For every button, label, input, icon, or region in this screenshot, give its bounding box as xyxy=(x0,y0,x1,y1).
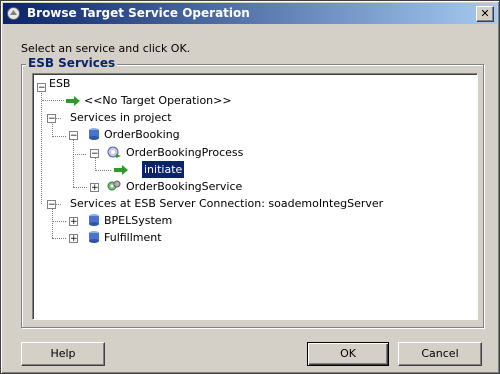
collapse-toggle[interactable]: − xyxy=(47,114,56,124)
tree-item-label: Fulfillment xyxy=(104,231,162,244)
tree-line xyxy=(52,122,53,137)
tree-item-initiate[interactable]: initiate xyxy=(113,160,213,179)
adapter-gear-icon xyxy=(107,180,121,191)
tree-line xyxy=(73,187,87,188)
cancel-button[interactable]: Cancel xyxy=(398,342,482,366)
collapse-toggle[interactable]: − xyxy=(69,131,78,141)
ok-button-label: OK xyxy=(340,347,356,360)
collapse-toggle[interactable]: − xyxy=(47,200,56,210)
service-tree[interactable]: − ESB <<No Target Operation>> − Services… xyxy=(32,73,478,320)
tree-item-label-selected: initiate xyxy=(140,160,186,179)
tree-item-order-booking[interactable]: OrderBooking xyxy=(86,126,206,143)
tree-line xyxy=(95,170,111,171)
window-title: Browse Target Service Operation xyxy=(27,6,250,20)
ok-button[interactable]: OK xyxy=(307,342,389,366)
group-label: ESB Services xyxy=(26,56,118,70)
tree-item-label: Services in project xyxy=(70,111,172,124)
close-button[interactable]: ✕ xyxy=(476,6,494,22)
help-button-label: Help xyxy=(50,347,76,360)
green-arrow-icon xyxy=(66,96,80,106)
dialog-icon xyxy=(7,7,20,20)
tree-line xyxy=(41,88,42,204)
collapse-toggle[interactable]: − xyxy=(37,83,46,93)
tree-item-label: OrderBookingProcess xyxy=(126,146,244,159)
expand-toggle[interactable]: + xyxy=(69,217,78,227)
tree-item-order-booking-service[interactable]: OrderBookingService xyxy=(106,178,266,195)
tree-item-fulfillment[interactable]: Fulfillment xyxy=(86,229,206,246)
dialog-window: Browse Target Service Operation ✕ Select… xyxy=(0,0,500,374)
title-bar: Browse Target Service Operation ✕ xyxy=(3,3,497,24)
tree-item-order-booking-process[interactable]: OrderBookingProcess xyxy=(106,144,266,161)
database-icon xyxy=(89,231,99,243)
tree-line xyxy=(73,139,74,187)
tree-item-bpel-system[interactable]: BPELSystem xyxy=(86,212,206,229)
tree-item-label: <<No Target Operation>> xyxy=(84,94,232,107)
tree-item-label: OrderBookingService xyxy=(126,180,243,193)
tree-line xyxy=(42,100,64,101)
tree-item-label: ESB xyxy=(49,77,71,90)
close-icon: ✕ xyxy=(480,7,490,20)
tree-line xyxy=(73,154,86,155)
process-gear-icon xyxy=(107,146,121,158)
tree-item-label: OrderBooking xyxy=(104,128,180,141)
database-icon xyxy=(89,214,99,226)
tree-line xyxy=(52,136,66,137)
green-arrow-icon xyxy=(114,165,128,175)
tree-item-label: Services at ESB Server Connection: soade… xyxy=(70,197,384,210)
collapse-toggle[interactable]: − xyxy=(90,149,99,159)
cancel-button-label: Cancel xyxy=(421,347,459,360)
instruction-text: Select an service and click OK. xyxy=(21,42,191,55)
tree-line xyxy=(52,238,66,239)
expand-toggle[interactable]: + xyxy=(69,234,78,244)
database-icon xyxy=(89,128,99,140)
expand-toggle[interactable]: + xyxy=(90,183,99,193)
tree-line xyxy=(52,221,66,222)
tree-item-label: BPELSystem xyxy=(104,214,173,227)
tree-line xyxy=(52,208,53,238)
help-button[interactable]: Help xyxy=(21,342,105,366)
tree-item-no-target[interactable]: <<No Target Operation>> xyxy=(65,92,245,109)
